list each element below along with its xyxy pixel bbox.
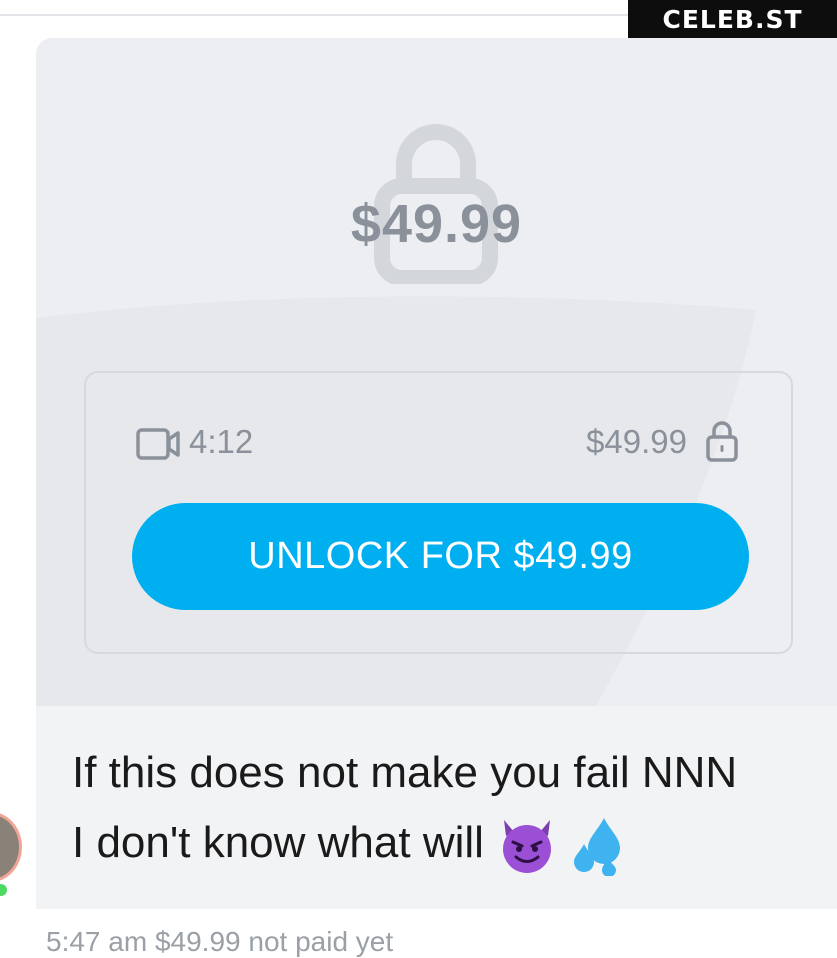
video-duration: 4:12: [189, 423, 254, 460]
message-text: If this does not make you fail NNN I don…: [72, 738, 832, 878]
lock-icon: [706, 421, 738, 462]
watermark-logo: CELEB.ST: [628, 0, 837, 38]
smiling-devil-emoji: [503, 820, 552, 874]
media-price: $49.99: [586, 423, 687, 460]
unlock-button[interactable]: UNLOCK FOR $49.99: [132, 503, 749, 610]
unlock-panel: 4:12 $49.99 UNLOCK FOR $49.99: [84, 371, 793, 654]
video-camera-icon: [136, 428, 180, 460]
message-line-2-wrap: I don't know what will: [72, 808, 832, 878]
message-line-1: If this does not make you fail NNN: [72, 748, 738, 797]
locked-media-preview[interactable]: $49.99 4:12 $49.99 UNLOCK FOR $49.99: [36, 38, 837, 706]
sweat-droplets-emoji: [574, 818, 621, 877]
message-line-2: I don't know what will: [72, 818, 484, 867]
message-meta: 5:47 am $49.99 not paid yet: [46, 926, 394, 957]
avatar[interactable]: [0, 812, 22, 882]
preview-price: $49.99: [350, 194, 523, 254]
top-divider: [0, 14, 628, 16]
message-card: $49.99 4:12 $49.99 UNLOCK FOR $49.99 If …: [36, 38, 837, 909]
online-status-dot: [0, 882, 9, 898]
